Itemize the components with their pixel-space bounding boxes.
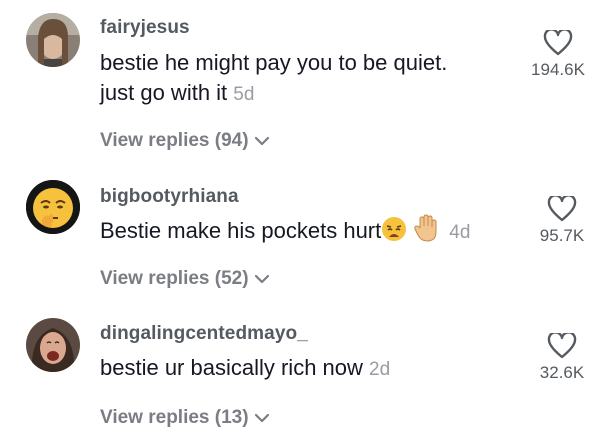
view-replies-label: View replies (52) [100,268,249,289]
view-replies-button[interactable]: View replies (13) [100,407,270,429]
comment-text-line: bestie he might pay you to be quiet. [100,50,448,75]
like-count: 194.6K [531,60,585,79]
avatar[interactable] [26,180,80,234]
avatar[interactable] [26,13,80,67]
like-count: 32.6K [539,363,585,382]
comment-username[interactable]: bigbootyrhiana [100,186,239,208]
comment-text-line: Bestie make his pockets hurt [100,218,382,243]
comment-age: 2d [369,359,391,380]
view-replies-label: View replies (13) [100,407,249,428]
chevron-down-icon [254,413,269,423]
comment-text: Bestie make his pockets hurt 4d [100,214,470,248]
comment-age: 5d [233,84,255,105]
view-replies-button[interactable]: View replies (52) [100,268,270,290]
heart-outline-icon [547,196,577,222]
like-count: 95.7K [539,226,585,245]
comment-text: bestie ur basically rich now 2d [100,353,390,385]
heart-outline-icon [547,333,577,359]
like-button[interactable]: 194.6K [518,30,598,80]
comment-username[interactable]: dingalingcentedmayo_ [100,323,308,345]
comment-text: bestie he might pay you to be quiet. jus… [100,48,447,110]
comment-text-line-2: just go with it [100,80,228,105]
comment-username[interactable]: fairyjesus [100,17,190,39]
like-button[interactable]: 32.6K [522,333,600,383]
comment-text-line: bestie ur basically rich now [100,355,363,380]
avatar[interactable] [26,318,80,372]
like-button[interactable]: 95.7K [522,196,600,246]
view-replies-button[interactable]: View replies (94) [100,130,270,152]
comment-age: 4d [449,222,471,243]
chevron-down-icon [254,136,269,146]
comment-text-line: just go with it 5d [100,78,447,110]
heart-outline-icon [543,30,573,56]
weary-face-icon [382,217,407,241]
view-replies-label: View replies (94) [100,130,249,151]
chevron-down-icon [254,274,269,284]
raised-hand-icon [414,214,437,242]
